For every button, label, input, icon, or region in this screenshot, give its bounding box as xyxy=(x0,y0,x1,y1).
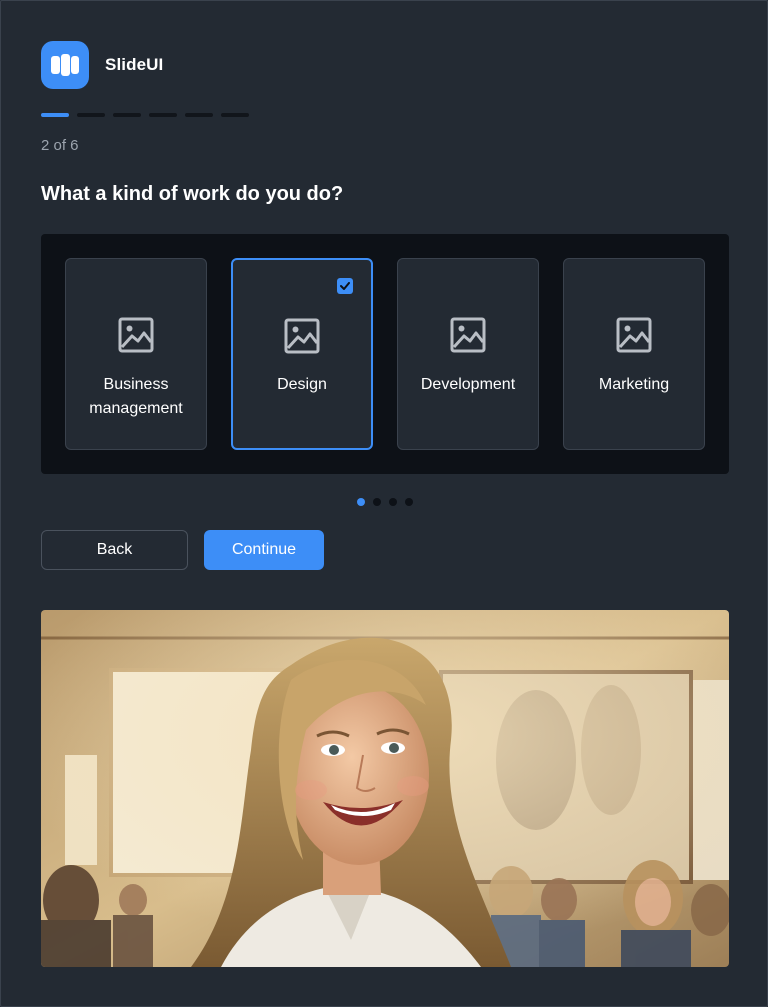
option-label: Business management xyxy=(89,376,183,417)
step-indicator-4 xyxy=(149,113,177,117)
app-logo-icon xyxy=(41,41,89,89)
question-title: What a kind of work do you do? xyxy=(41,183,344,205)
options-carousel: Business management Design Development M… xyxy=(41,234,729,474)
step-progress xyxy=(41,113,249,117)
option-label: Development xyxy=(420,376,516,393)
hero-photo xyxy=(41,610,729,967)
step-indicator-3 xyxy=(113,113,141,117)
app-name: SlideUI xyxy=(105,55,164,74)
option-label: Design xyxy=(277,376,327,393)
pagination-dot-3[interactable] xyxy=(389,498,397,506)
continue-button[interactable]: Continue xyxy=(204,530,324,570)
option-card-business-management[interactable]: Business management xyxy=(65,258,207,450)
pagination-dot-1[interactable] xyxy=(357,498,365,506)
carousel-pagination xyxy=(357,498,413,506)
option-card-design[interactable]: Design xyxy=(231,258,373,450)
option-card-marketing[interactable]: Marketing xyxy=(563,258,705,450)
step-indicator-1 xyxy=(41,113,69,117)
pagination-dot-2[interactable] xyxy=(373,498,381,506)
step-indicator-6 xyxy=(221,113,249,117)
step-indicator-5 xyxy=(185,113,213,117)
image-placeholder-icon xyxy=(616,317,652,353)
back-button[interactable]: Back xyxy=(41,530,188,570)
option-card-development[interactable]: Development xyxy=(397,258,539,450)
checkbox-checked-icon[interactable] xyxy=(337,278,353,294)
image-placeholder-icon xyxy=(450,317,486,353)
step-indicator-2 xyxy=(77,113,105,117)
pagination-dot-4[interactable] xyxy=(405,498,413,506)
option-label: Marketing xyxy=(598,376,670,393)
image-placeholder-icon xyxy=(118,317,154,353)
step-counter: 2 of 6 xyxy=(41,137,79,154)
onboarding-screen: SlideUI 2 of 6 What a kind of work do yo… xyxy=(0,0,768,1007)
image-placeholder-icon xyxy=(284,318,320,354)
